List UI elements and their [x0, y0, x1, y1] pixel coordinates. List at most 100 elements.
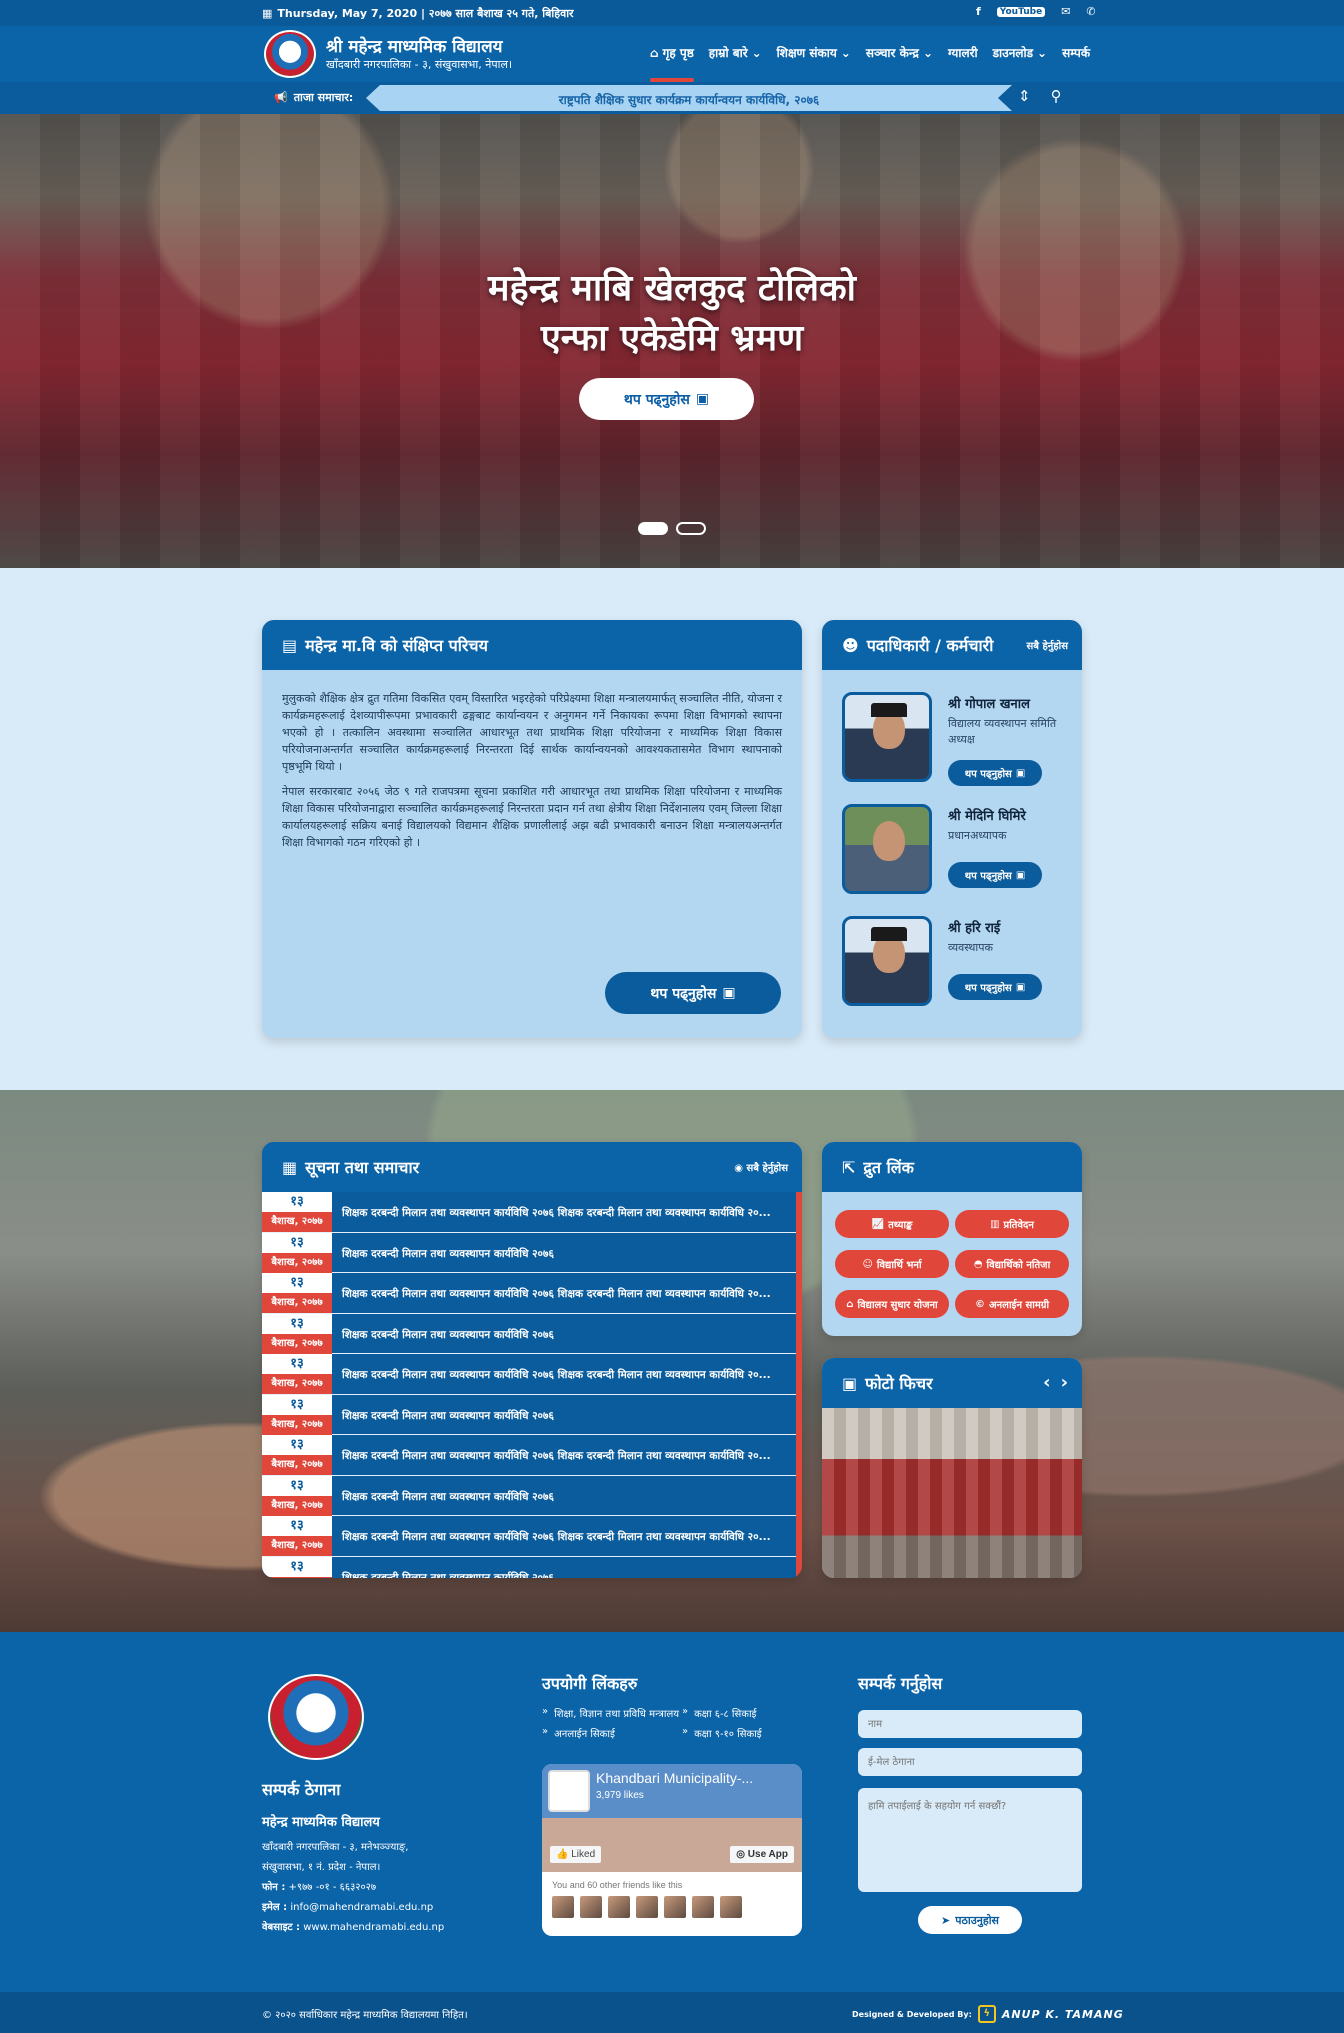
phone-icon[interactable]: ✆	[1086, 5, 1095, 18]
nav-contact[interactable]: सम्पर्क	[1062, 44, 1090, 61]
send-button[interactable]: ➤ पठाउनुहोस	[918, 1906, 1022, 1934]
news-headline[interactable]: शिक्षक दरबन्दी मिलान तथा व्यवस्थापन कार्…	[332, 1192, 796, 1232]
hero-read-more-button[interactable]: थप पढ्नुहोस ▣	[579, 378, 754, 420]
developer-name[interactable]: ANUP K. TAMANG	[1002, 2008, 1124, 2021]
site-footer: सम्पर्क ठेगाना महेन्द्र माध्यमिक विद्याल…	[0, 1632, 1344, 1992]
staff-read-more-button[interactable]: थप पढ्नुहोस ▣	[948, 862, 1042, 888]
facebook-icon[interactable]: f	[976, 5, 981, 18]
fb-page-name[interactable]: Khandbari Municipality-...	[596, 1770, 753, 1786]
staff-member: श्री मेदिनि घिमिरे प्रधानअध्यापक थप पढ्न…	[842, 804, 1062, 899]
photo-feature-image[interactable]	[822, 1408, 1082, 1578]
avatar[interactable]	[664, 1896, 686, 1918]
news-headline[interactable]: शिक्षक दरबन्दी मिलान तथा व्यवस्थापन कार्…	[332, 1516, 796, 1556]
nav-gallery[interactable]: ग्यालरी	[948, 44, 978, 61]
quick-link-results[interactable]: ◓ विद्यार्थिको नतिजा	[955, 1250, 1069, 1278]
news-item[interactable]: १३बैशाख, २०७७शिक्षक दरबन्दी मिलान तथा व्…	[262, 1313, 796, 1354]
nav-download-label: डाउनलोड	[992, 46, 1034, 60]
nav-media[interactable]: सञ्चार केन्द्र ⌄	[866, 44, 933, 61]
avatar[interactable]	[580, 1896, 602, 1918]
avatar[interactable]	[636, 1896, 658, 1918]
quick-link-online-material[interactable]: © अनलाईन सामग्री	[955, 1290, 1069, 1318]
avatar[interactable]	[692, 1896, 714, 1918]
useful-link[interactable]: » कक्षा ९-१० सिकाई	[682, 1726, 802, 1740]
youtube-icon[interactable]: YouTube	[996, 6, 1046, 17]
quick-link-report[interactable]: ▥ प्रतिवेदन	[955, 1210, 1069, 1238]
news-item[interactable]: १३बैशाख, २०७७शिक्षक दरबन्दी मिलान तथा व्…	[262, 1273, 796, 1314]
nav-home-label: गृह पृष्ठ	[662, 46, 694, 60]
news-headline[interactable]: शिक्षक दरबन्दी मिलान तथा व्यवस्थापन कार्…	[332, 1557, 796, 1579]
staff-photo[interactable]	[842, 692, 932, 782]
news-month: बैशाख, २०७७	[262, 1212, 332, 1232]
slider-dot-1[interactable]	[638, 522, 668, 535]
quick-link-admission[interactable]: ☺ विद्यार्थि भर्ना	[835, 1250, 949, 1278]
news-headline[interactable]: शिक्षक दरबन्दी मिलान तथा व्यवस्थापन कार्…	[332, 1314, 796, 1354]
news-item[interactable]: १३बैशाख, २०७७शिक्षक दरबन्दी मिलान तथा व्…	[262, 1556, 796, 1579]
name-field[interactable]	[858, 1710, 1082, 1738]
footer-web-label: वेबसाइट :	[262, 1922, 301, 1933]
useful-link[interactable]: » शिक्षा, विज्ञान तथा प्रविधि मन्त्रालय	[542, 1706, 682, 1720]
chevron-down-icon: ⌄	[751, 45, 762, 60]
footer-contact-form-heading: सम्पर्क गर्नुहोस	[858, 1674, 943, 1693]
nav-faculty[interactable]: शिक्षण संकाय ⌄	[777, 44, 851, 61]
updown-arrow-icon[interactable]: ⇕	[1018, 87, 1031, 105]
useful-link[interactable]: » अनलाईन सिकाई	[542, 1726, 682, 1740]
footer-email-value[interactable]: info@mahendramabi.edu.np	[290, 1902, 433, 1913]
staff-read-more-button[interactable]: थप पढ्नुहोस ▣	[948, 760, 1042, 786]
news-headline[interactable]: शिक्षक दरबन्दी मिलान तथा व्यवस्थापन कार्…	[332, 1435, 796, 1475]
news-item[interactable]: १३बैशाख, २०७७शिक्षक दरबन्दी मिलान तथा व्…	[262, 1435, 796, 1476]
slider-dot-2[interactable]	[676, 522, 706, 535]
nav-download[interactable]: डाउनलोड ⌄	[993, 44, 1048, 61]
hero-title: महेन्द्र माबि खेलकुद टोलिको एन्फा एकेडेम…	[0, 264, 1344, 364]
chevron-right-icon[interactable]: ›	[1061, 1372, 1068, 1393]
staff-view-all-link[interactable]: सबै हेर्नुहोस	[1027, 638, 1068, 652]
news-month: बैशाख, २०७७	[262, 1374, 332, 1394]
footer-web-value[interactable]: www.mahendramabi.edu.np	[303, 1922, 444, 1933]
footer-logo	[268, 1674, 364, 1760]
quick-link-school-plan[interactable]: ⌂ विद्यालय सुधार योजना	[835, 1290, 949, 1318]
news-month: बैशाख, २०७७	[262, 1333, 332, 1354]
news-headline[interactable]: शिक्षक दरबन्दी मिलान तथा व्यवस्थापन कार्…	[332, 1273, 796, 1313]
facebook-page-widget[interactable]: Khandbari Municipality-... 3,979 likes 👍…	[542, 1764, 802, 1936]
ticker-text[interactable]: राष्ट्रपति शैक्षिक सुधार कार्यक्रम कार्य…	[366, 91, 1012, 108]
news-item[interactable]: १३बैशाख, २०७७शिक्षक दरबन्दी मिलान तथा व्…	[262, 1354, 796, 1395]
staff-photo[interactable]	[842, 916, 932, 1006]
news-item[interactable]: १३बैशाख, २०७७शिक्षक दरबन्दी मिलान तथा व्…	[262, 1232, 796, 1273]
news-item[interactable]: १३बैशाख, २०७७शिक्षक दरबन्दी मिलान तथा व्…	[262, 1394, 796, 1435]
news-item[interactable]: १३बैशाख, २०७७शिक्षक दरबन्दी मिलान तथा व्…	[262, 1192, 796, 1233]
useful-link[interactable]: » कक्षा ६-८ सिकाई	[682, 1706, 802, 1720]
search-icon[interactable]: ⚲	[1051, 87, 1062, 105]
fb-page-logo[interactable]	[548, 1770, 590, 1812]
school-name[interactable]: श्री महेन्द्र माध्यमिक विद्यालय	[326, 34, 502, 57]
news-item[interactable]: १३बैशाख, २०७७शिक्षक दरबन्दी मिलान तथा व्…	[262, 1516, 796, 1557]
news-day: १३	[262, 1273, 332, 1293]
staff-read-more-button[interactable]: थप पढ्नुहोस ▣	[948, 974, 1042, 1000]
mail-icon[interactable]: ✉	[1061, 5, 1070, 18]
nav-home[interactable]: ⌂ गृह पृष्ठ	[650, 44, 694, 82]
news-headline[interactable]: शिक्षक दरबन्दी मिलान तथा व्यवस्थापन कार्…	[332, 1395, 796, 1435]
news-item[interactable]: १३बैशाख, २०७७शिक्षक दरबन्दी मिलान तथा व्…	[262, 1475, 796, 1516]
quick-link-statistics[interactable]: 📈 तथ्याङ्क	[835, 1210, 949, 1238]
email-field[interactable]	[858, 1748, 1082, 1776]
quick-links-header: ⇱ द्रुत लिंक	[822, 1142, 1082, 1192]
designed-by-label: Designed & Developed By:	[852, 2009, 972, 2019]
message-field[interactable]	[858, 1788, 1082, 1892]
news-headline[interactable]: शिक्षक दरबन्दी मिलान तथा व्यवस्थापन कार्…	[332, 1354, 796, 1394]
news-view-all-link[interactable]: ◉ सबै हेर्नुहोस	[734, 1160, 788, 1174]
fb-friends-text: You and 60 other friends like this	[552, 1880, 683, 1890]
news-list[interactable]: १३ बैशाख, २०७७ शिक्षक दरबन्दी मिलान तथा व्…	[262, 1192, 802, 1578]
developer-credit: Designed & Developed By: ϟ ANUP K. TAMAN…	[852, 2005, 1124, 2023]
fb-use-app-button[interactable]: ◎ Use App	[730, 1846, 794, 1863]
nav-about[interactable]: हाम्रो बारे ⌄	[709, 44, 762, 61]
about-read-more-button[interactable]: थप पढ्नुहोस ▣	[605, 972, 781, 1014]
news-headline[interactable]: शिक्षक दरबन्दी मिलान तथा व्यवस्थापन कार्…	[332, 1233, 796, 1273]
fb-liked-button[interactable]: 👍 Liked	[550, 1846, 602, 1863]
avatar[interactable]	[552, 1896, 574, 1918]
chevron-left-icon[interactable]: ‹	[1043, 1372, 1050, 1393]
ticker-band: राष्ट्रपति शैक्षिक सुधार कार्यक्रम कार्य…	[366, 85, 1012, 111]
avatar[interactable]	[720, 1896, 742, 1918]
staff-photo[interactable]	[842, 804, 932, 894]
school-logo[interactable]	[264, 30, 316, 78]
news-headline[interactable]: शिक्षक दरबन्दी मिलान तथा व्यवस्थापन कार्…	[332, 1476, 796, 1516]
fb-like-count: 3,979 likes	[596, 1790, 644, 1801]
avatar[interactable]	[608, 1896, 630, 1918]
